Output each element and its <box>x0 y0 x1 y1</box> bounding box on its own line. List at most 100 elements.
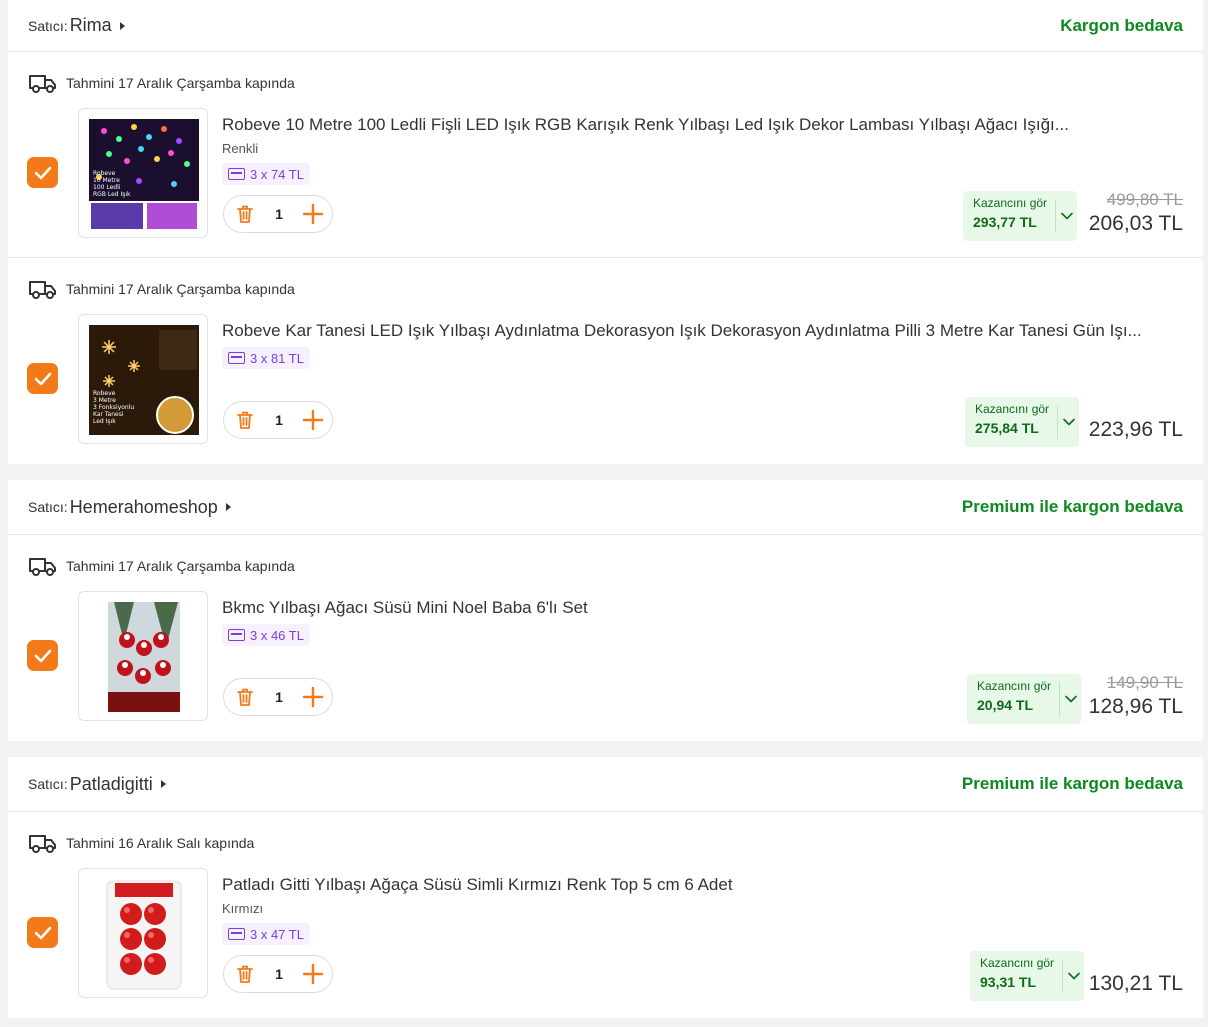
installment-badge: 3 x 46 TL <box>222 624 310 646</box>
check-icon <box>34 926 51 939</box>
discounted-price: 223,96 TL <box>1088 418 1183 441</box>
delivery-estimate: Tahmini 17 Aralık Çarşamba kapında <box>28 555 295 577</box>
chevron-down-icon[interactable] <box>1055 199 1077 233</box>
cart-item: Tahmini 17 Aralık Çarşamba kapında Robev… <box>8 52 1203 258</box>
free-shipping-badge: Kargon bedava <box>1060 15 1183 35</box>
seller-group-rima: Satıcı: Rima Kargon bedava Tahmini 17 Ar… <box>8 0 1203 464</box>
quantity-value[interactable]: 1 <box>269 689 289 705</box>
credit-card-icon <box>228 928 245 940</box>
product-title[interactable]: Bkmc Yılbaşı Ağacı Süsü Mini Noel Baba 6… <box>222 598 1183 618</box>
item-checkbox[interactable] <box>27 640 58 671</box>
red-baubles-image <box>106 880 182 990</box>
earnings-amount: 20,94 TL <box>977 697 1034 713</box>
product-variant: Renkli <box>222 141 259 156</box>
installment-badge: 3 x 81 TL <box>222 347 310 369</box>
seller-prefix: Satıcı: <box>28 499 68 515</box>
installment-text: 3 x 74 TL <box>250 166 304 182</box>
quantity-stepper: 1 <box>223 195 333 233</box>
seller-name: Patladigitti <box>69 773 153 794</box>
credit-card-icon <box>228 352 245 364</box>
thumb-text: 10 Metre <box>93 177 120 184</box>
plus-icon[interactable] <box>302 203 324 225</box>
quantity-value[interactable]: 1 <box>269 966 289 982</box>
trash-icon[interactable] <box>234 203 256 225</box>
earnings-label: Kazancını gör <box>975 402 1050 416</box>
earnings-box[interactable]: Kazancını gör 20,94 TL <box>967 674 1082 724</box>
product-image[interactable]: Robeve 3 Metre 3 Fonksiyonlu Kar Tanesi … <box>78 314 208 444</box>
delivery-estimate: Tahmini 17 Aralık Çarşamba kapında <box>28 278 295 300</box>
seller-name: Rima <box>69 15 112 35</box>
product-title[interactable]: Robeve Kar Tanesi LED Işık Yılbaşı Aydın… <box>222 321 1183 341</box>
item-checkbox[interactable] <box>27 157 58 188</box>
trash-icon[interactable] <box>234 409 256 431</box>
earnings-box[interactable]: Kazancını gör 293,77 TL <box>963 191 1078 241</box>
earnings-box[interactable]: Kazancını gör 93,31 TL <box>970 951 1085 1001</box>
installment-badge: 3 x 47 TL <box>222 923 310 945</box>
discounted-price: 206,03 TL <box>1088 212 1183 235</box>
trash-icon[interactable] <box>234 686 256 708</box>
installment-text: 3 x 81 TL <box>250 350 304 366</box>
product-variant: Kırmızı <box>222 901 264 916</box>
seller-header: Satıcı: Patladigitti Premium ile kargon … <box>8 757 1203 812</box>
thumb-text: Robeve <box>93 170 116 177</box>
truck-icon <box>29 835 56 853</box>
santa-ornaments-image <box>108 602 180 712</box>
installment-text: 3 x 46 TL <box>250 627 304 643</box>
seller-prefix: Satıcı: <box>28 17 68 34</box>
cart-item: Tahmini 17 Aralık Çarşamba kapında Robev… <box>8 258 1203 464</box>
earnings-box[interactable]: Kazancını gör 275,84 TL <box>965 397 1080 447</box>
earnings-label: Kazancını gör <box>977 679 1052 693</box>
truck-icon <box>29 558 56 576</box>
check-icon <box>34 166 51 179</box>
installment-badge: 3 x 74 TL <box>222 163 310 185</box>
seller-name: Hemerahomeshop <box>69 496 218 517</box>
quantity-value[interactable]: 1 <box>269 206 289 222</box>
seller-link[interactable]: Satıcı: Rima <box>28 15 125 36</box>
earnings-label: Kazancını gör <box>980 956 1055 970</box>
product-title[interactable]: Robeve 10 Metre 100 Ledli Fişli LED Işık… <box>222 115 1183 135</box>
quantity-value[interactable]: 1 <box>269 412 289 428</box>
item-checkbox[interactable] <box>27 363 58 394</box>
delivery-text: Tahmini 17 Aralık Çarşamba kapında <box>66 558 295 574</box>
seller-link[interactable]: Satıcı: Patladigitti <box>28 774 166 795</box>
seller-header: Satıcı: Rima Kargon bedava <box>8 0 1203 52</box>
quantity-stepper: 1 <box>223 401 333 439</box>
product-image[interactable] <box>78 868 208 998</box>
credit-card-icon <box>228 168 245 180</box>
chevron-down-icon[interactable] <box>1059 682 1081 716</box>
earnings-label: Kazancını gör <box>973 196 1048 210</box>
delivery-text: Tahmini 17 Aralık Çarşamba kapında <box>66 281 295 297</box>
seller-group-hemerahomeshop: Satıcı: Hemerahomeshop Premium ile kargo… <box>8 480 1203 741</box>
seller-group-patladigitti: Satıcı: Patladigitti Premium ile kargon … <box>8 757 1203 1018</box>
trash-icon[interactable] <box>234 963 256 985</box>
discounted-price: 128,96 TL <box>1088 695 1183 718</box>
delivery-estimate: Tahmini 16 Aralık Salı kapında <box>28 832 254 854</box>
truck-icon <box>29 75 56 93</box>
quantity-stepper: 1 <box>223 955 333 993</box>
thumb-text: 100 Ledli <box>93 184 121 191</box>
plus-icon[interactable] <box>302 686 324 708</box>
chevron-down-icon[interactable] <box>1062 959 1084 993</box>
cart-item: Tahmini 16 Aralık Salı kapında Patladı G… <box>8 812 1203 1018</box>
item-checkbox[interactable] <box>27 917 58 948</box>
installment-text: 3 x 47 TL <box>250 926 304 942</box>
caret-right-icon <box>119 21 125 30</box>
caret-right-icon <box>225 503 231 511</box>
product-image[interactable]: Robeve 10 Metre 100 Ledli RGB Led Işık <box>78 108 208 238</box>
check-icon <box>34 649 51 662</box>
thumb-text: Robeve <box>93 390 116 397</box>
seller-header: Satıcı: Hemerahomeshop Premium ile kargo… <box>8 480 1203 535</box>
led-lights-image: Robeve 10 Metre 100 Ledli RGB Led Işık <box>89 119 199 229</box>
plus-icon[interactable] <box>302 963 324 985</box>
earnings-amount: 93,31 TL <box>980 974 1037 990</box>
seller-link[interactable]: Satıcı: Hemerahomeshop <box>28 497 231 518</box>
thumb-text: RGB Led Işık <box>93 191 131 198</box>
delivery-text: Tahmini 16 Aralık Salı kapında <box>66 835 255 851</box>
free-shipping-badge: Premium ile kargon bedava <box>961 497 1183 516</box>
discounted-price: 130,21 TL <box>1088 972 1183 995</box>
chevron-down-icon[interactable] <box>1057 405 1079 439</box>
truck-icon <box>29 281 56 299</box>
product-image[interactable] <box>78 591 208 721</box>
plus-icon[interactable] <box>302 409 324 431</box>
product-title[interactable]: Patladı Gitti Yılbaşı Ağaça Süsü Simli K… <box>222 875 1183 895</box>
